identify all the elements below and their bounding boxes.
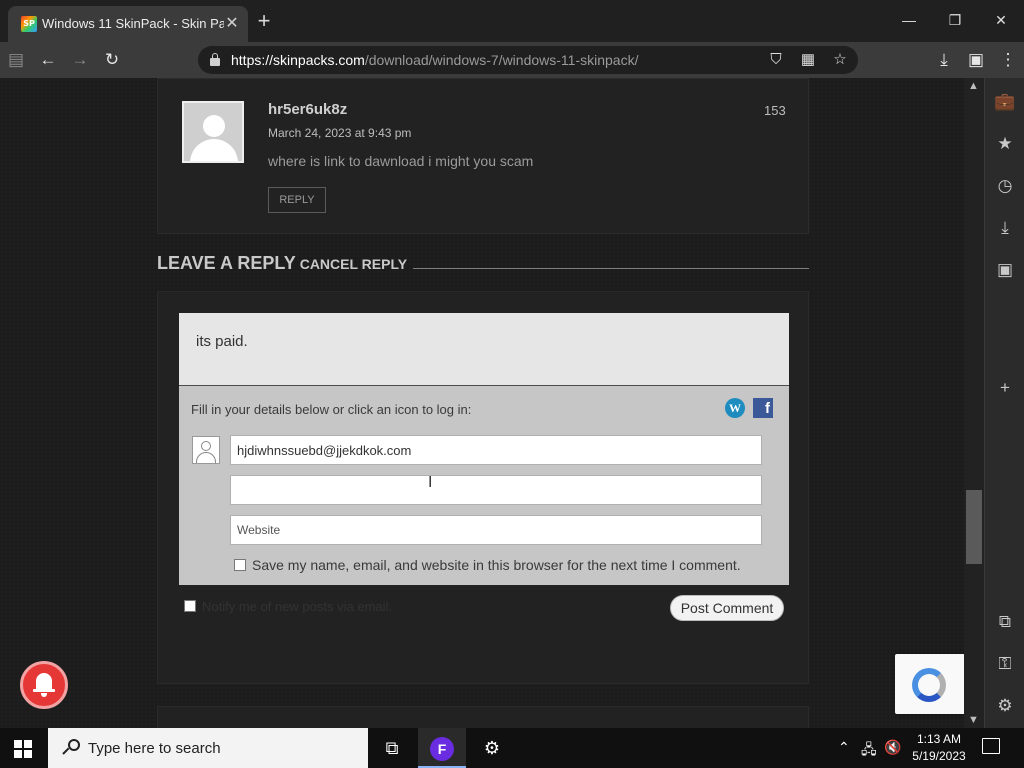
- scroll-up-icon[interactable]: ▲: [968, 80, 979, 92]
- reload-icon[interactable]: ↻: [100, 48, 124, 72]
- shield-icon[interactable]: ⛉: [766, 50, 786, 70]
- clock-time: 1:13 AM: [916, 732, 962, 746]
- website-field[interactable]: Website: [230, 515, 762, 545]
- settings-gear-icon[interactable]: ⚙: [993, 694, 1017, 718]
- briefcase-icon[interactable]: 💼: [993, 90, 1017, 114]
- action-center-icon[interactable]: [982, 738, 1000, 754]
- sidebar-collections-icon[interactable]: ▣: [993, 258, 1017, 282]
- save-info-checkbox[interactable]: [234, 559, 246, 571]
- url-text[interactable]: https://skinpacks.com/download/windows-7…: [231, 52, 638, 68]
- settings-app-icon[interactable]: ⚙: [468, 728, 516, 768]
- comment-textarea-value: its paid.: [196, 333, 248, 350]
- wordpress-icon[interactable]: W: [725, 398, 745, 418]
- page-scrollbar[interactable]: ▲ ▼: [964, 78, 984, 728]
- reply-form-panel: its paid. Fill in your details below or …: [157, 291, 809, 684]
- forward-arrow-icon[interactable]: →: [68, 48, 92, 72]
- taskbar-clock[interactable]: 1:13 AM 5/19/2023: [904, 731, 974, 765]
- login-prompt: Fill in your details below or click an i…: [191, 402, 472, 417]
- tab-title: Windows 11 SkinPack - Skin Pack: [42, 16, 224, 31]
- leave-reply-heading: LEAVE A REPLY CANCEL REPLY: [157, 253, 407, 274]
- taskbar-search-placeholder: Type here to search: [88, 740, 221, 757]
- notification-bell-icon[interactable]: [20, 661, 68, 709]
- add-sidebar-icon[interactable]: +: [993, 376, 1017, 400]
- browser-sidebar: 💼 ★ ◷ ⤓ ▣ + ⧉ ⚿ ⚙: [984, 78, 1024, 728]
- name-field[interactable]: [230, 475, 762, 505]
- save-info-label: Save my name, email, and website in this…: [252, 557, 741, 573]
- favorites-star-icon[interactable]: ★: [993, 132, 1017, 156]
- page-content: hr5er6uk8z March 24, 2023 at 9:43 pm whe…: [0, 78, 964, 728]
- sidebar-download-icon[interactable]: ⤓: [993, 216, 1017, 240]
- user-avatar-icon: [192, 436, 220, 464]
- skinpack-favicon-icon: SP: [21, 16, 37, 32]
- clock-date: 5/19/2023: [912, 749, 966, 763]
- back-arrow-icon[interactable]: ←: [36, 48, 60, 72]
- comment-form: its paid. Fill in your details below or …: [179, 313, 789, 585]
- notify-checkbox[interactable]: [184, 600, 196, 612]
- history-clock-icon[interactable]: ◷: [993, 174, 1017, 198]
- facebook-icon[interactable]: f: [753, 398, 773, 418]
- windows-taskbar: Type here to search ⧉ F ⚙ ⌃ 🖧 🔇 1:13 AM …: [0, 728, 1024, 768]
- tab-actions-icon[interactable]: ▤: [4, 48, 28, 72]
- post-comment-button[interactable]: Post Comment: [670, 595, 784, 621]
- key-icon[interactable]: ⚿: [993, 652, 1017, 676]
- search-icon: [62, 738, 82, 758]
- next-section: [157, 706, 809, 728]
- comment-author[interactable]: hr5er6uk8z: [268, 101, 347, 118]
- reply-title: LEAVE A REPLY: [157, 253, 296, 273]
- taskbar-search-box[interactable]: Type here to search: [48, 728, 368, 768]
- tab-strip: SP Windows 11 SkinPack - Skin Pack ✕ + —…: [0, 0, 1024, 42]
- bookmark-star-icon[interactable]: ☆: [830, 50, 850, 70]
- comment-textarea[interactable]: its paid.: [179, 313, 789, 386]
- notify-label: Notify me of new posts via email.: [202, 599, 393, 614]
- notify-row[interactable]: Notify me of new posts via email.: [184, 599, 392, 614]
- comment-text: where is link to dawnload i might you sc…: [268, 153, 534, 169]
- tray-chevron-icon[interactable]: ⌃: [838, 739, 850, 756]
- task-view-icon[interactable]: ⧉: [368, 728, 416, 768]
- heading-divider: [413, 268, 809, 269]
- comment-date[interactable]: March 24, 2023 at 9:43 pm: [268, 126, 411, 140]
- avatar: [182, 101, 244, 163]
- minimize-icon[interactable]: —: [894, 8, 924, 32]
- cancel-reply-link[interactable]: CANCEL REPLY: [300, 256, 407, 272]
- restore-icon[interactable]: ❐: [940, 8, 970, 32]
- reply-button[interactable]: REPLY: [268, 187, 326, 213]
- text-cursor-icon: I: [428, 474, 433, 491]
- comment-number: 153: [764, 103, 786, 118]
- scrollbar-thumb[interactable]: [966, 490, 982, 564]
- close-tab-icon[interactable]: ✕: [222, 14, 242, 34]
- browser-tab[interactable]: SP Windows 11 SkinPack - Skin Pack ✕: [8, 6, 248, 42]
- windows-start-icon[interactable]: [14, 740, 32, 758]
- address-bar[interactable]: https://skinpacks.com/download/windows-7…: [198, 46, 858, 74]
- extensions-icon[interactable]: ⧉: [993, 610, 1017, 634]
- downloads-icon[interactable]: ⤓: [932, 48, 956, 72]
- volume-muted-icon[interactable]: 🔇: [884, 739, 901, 756]
- qr-code-icon[interactable]: ▦: [798, 50, 818, 70]
- recaptcha-badge-icon[interactable]: [895, 654, 964, 714]
- new-tab-icon[interactable]: +: [254, 10, 274, 32]
- more-menu-icon[interactable]: ⋮: [996, 48, 1020, 72]
- browser-toolbar: ▤ ← → ↻ https://skinpacks.com/download/w…: [0, 42, 1024, 78]
- lock-icon[interactable]: [210, 53, 220, 67]
- close-window-icon[interactable]: ✕: [986, 8, 1016, 32]
- collections-icon[interactable]: ▣: [964, 48, 988, 72]
- network-icon[interactable]: 🖧: [861, 739, 877, 763]
- email-field[interactable]: hjdiwhnssuebd@jjekdkok.com: [230, 435, 762, 465]
- browser-app-icon[interactable]: F: [418, 728, 466, 768]
- save-info-row[interactable]: Save my name, email, and website in this…: [234, 557, 741, 573]
- scroll-down-icon[interactable]: ▼: [968, 714, 979, 726]
- comment-card: hr5er6uk8z March 24, 2023 at 9:43 pm whe…: [157, 78, 809, 234]
